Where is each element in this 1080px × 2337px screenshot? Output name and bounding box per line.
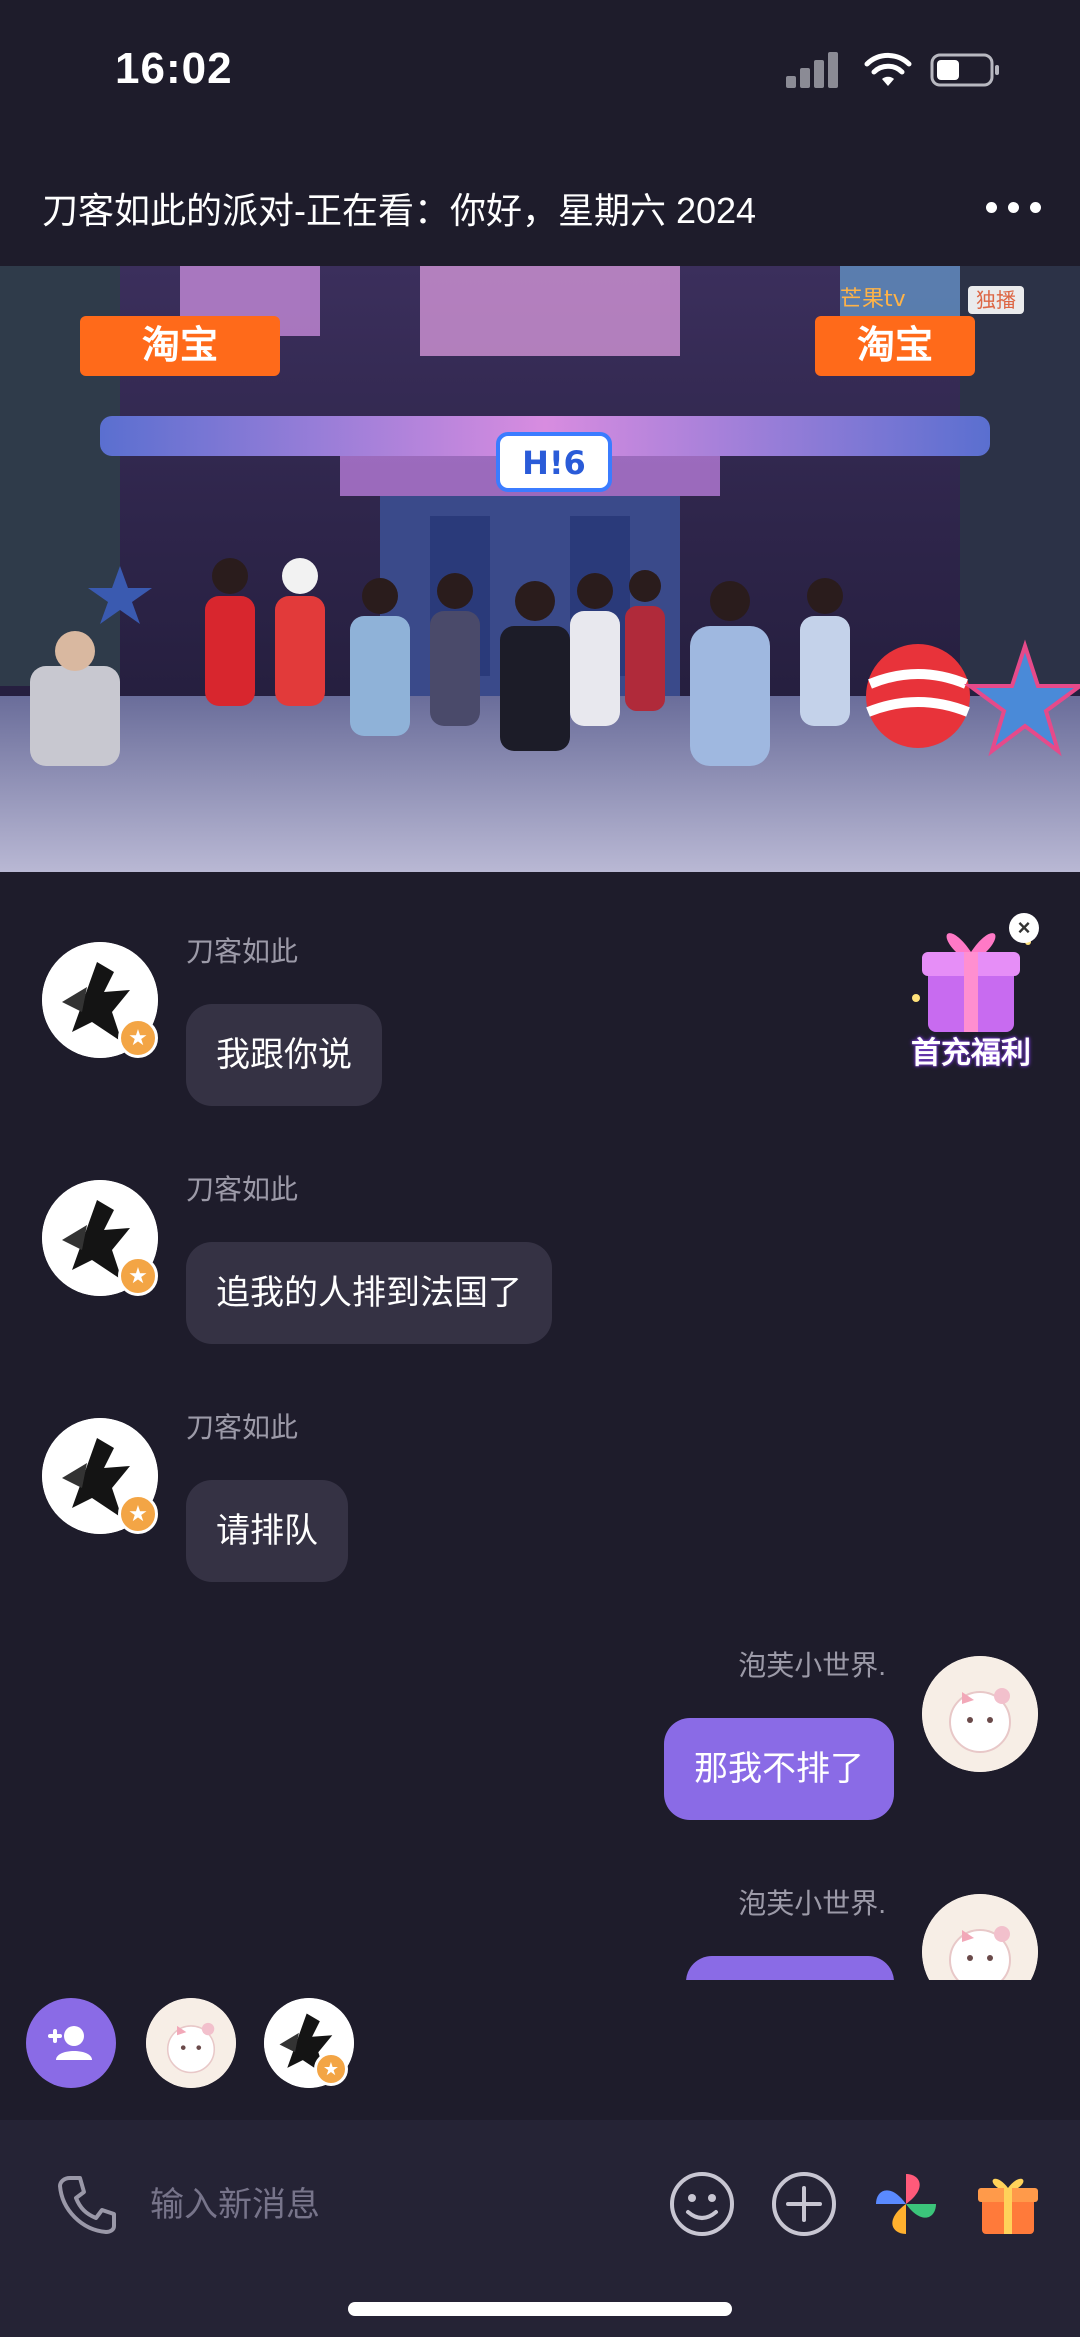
sender-name: 刀客如此 (186, 1174, 299, 1205)
sender-name: 刀客如此 (186, 1412, 299, 1443)
star-badge-icon: ★ (118, 1494, 158, 1534)
room-title: 刀客如此的派对-正在看：你好，星期六 2024 (42, 190, 757, 231)
message-input[interactable] (150, 2170, 630, 2240)
battery-icon (930, 53, 999, 87)
sender-name: 泡芙小世界. (738, 1888, 886, 1919)
promo-label[interactable]: 首充福利 (896, 1028, 1046, 1072)
add-member-button[interactable] (26, 1998, 116, 2088)
striped-ball (866, 644, 970, 748)
phone-icon[interactable] (52, 2170, 122, 2240)
stage-sign: H!6 (522, 444, 586, 482)
cellular-signal-icon (786, 52, 846, 88)
avatar[interactable] (922, 1894, 1038, 1980)
status-time: 16:02 (115, 44, 233, 93)
message-bubble[interactable]: 请排队 (186, 1480, 348, 1582)
promo-close-button[interactable]: × (1009, 913, 1039, 943)
brand-left-text: 淘宝 (142, 323, 218, 367)
member-avatar[interactable] (146, 1998, 236, 2088)
message-bubble[interactable]: 追我的人排到法国了 (186, 1242, 552, 1344)
message-row: ★ 刀客如此 追我的人排到法国了 (0, 1118, 1080, 1344)
more-icon[interactable] (986, 196, 1042, 216)
message-row: ★ 刀客如此 请排队 (0, 1356, 1080, 1582)
star-badge-icon: ★ (118, 1018, 158, 1058)
channel-tag: 独播 (976, 288, 1016, 312)
video-frame: 淘宝 淘宝 芒果tv 独播 H!6 (0, 266, 1080, 872)
avatar[interactable] (922, 1656, 1038, 1772)
star-badge-icon: ★ (118, 1256, 158, 1296)
add-member-icon (48, 2026, 92, 2060)
message-row: 泡芙小世界. 那我不排了 (0, 1594, 1080, 1820)
message-row: 泡芙小世界. (0, 1832, 1080, 1980)
channel-logo: 芒果tv (840, 287, 906, 312)
brand-right-text: 淘宝 (857, 323, 933, 367)
emoji-icon[interactable] (666, 2168, 738, 2240)
status-bar: 16:02 (0, 0, 1080, 140)
video-player[interactable]: 淘宝 淘宝 芒果tv 独播 H!6 (0, 266, 1080, 872)
sender-name: 泡芙小世界. (738, 1650, 886, 1681)
message-bubble[interactable]: 我跟你说 (186, 1004, 382, 1106)
wifi-icon (864, 52, 912, 86)
message-bubble[interactable]: 那我不排了 (664, 1718, 894, 1820)
home-indicator[interactable] (348, 2302, 732, 2316)
title-bar: 刀客如此的派对-正在看：你好，星期六 2024 (0, 160, 1080, 250)
star-badge-icon: ★ (314, 2052, 348, 2086)
sender-name: 刀客如此 (186, 936, 299, 967)
plus-icon[interactable] (768, 2168, 840, 2240)
gift-icon[interactable] (972, 2168, 1044, 2240)
member-bar: ★ (0, 1984, 1080, 2114)
message-bubble[interactable] (686, 1956, 894, 1980)
pinwheel-icon[interactable] (870, 2168, 942, 2240)
